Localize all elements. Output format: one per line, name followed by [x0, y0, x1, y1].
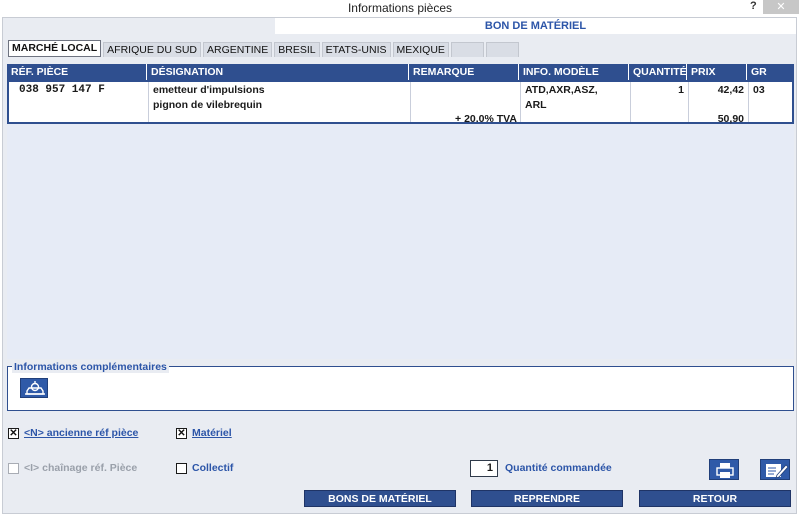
retour-button[interactable]: RETOUR [639, 490, 791, 507]
chainage-checkbox[interactable] [8, 462, 19, 474]
chainage-option[interactable]: <I> chaînage réf. Pièce [8, 462, 137, 474]
col-quantite[interactable]: QUANTITÉ [629, 64, 687, 80]
tab-bresil[interactable]: BRESIL [274, 42, 320, 57]
reprendre-button[interactable]: REPRENDRE [471, 490, 623, 507]
cell-quantite: 1 [631, 82, 689, 122]
ancienne-ref-option[interactable]: ✕ <N> ancienne réf pièce [8, 427, 138, 439]
cell-ref: 038 957 147 F [9, 82, 149, 122]
designation-line-1: emetteur d'impulsions [153, 84, 265, 96]
market-tabs: MARCHÉ LOCAL AFRIQUE DU SUD ARGENTINE BR… [8, 40, 521, 57]
quantity-input[interactable]: 1 [470, 460, 498, 477]
cell-remarque: + 20.0% TVA [411, 82, 521, 125]
remarque-value: + 20.0% TVA [455, 113, 517, 125]
col-remarque[interactable]: REMARQUE [409, 64, 519, 80]
bons-de-materiel-button[interactable]: BONS DE MATÉRIEL [304, 490, 456, 507]
table-header: RÉF. PIÈCE DÉSIGNATION REMARQUE INFO. MO… [7, 64, 794, 80]
parts-table: RÉF. PIÈCE DÉSIGNATION REMARQUE INFO. MO… [7, 64, 794, 359]
printer-icon [716, 463, 734, 478]
cell-prix: 42,42 50,90 [689, 82, 749, 125]
cell-designation: emetteur d'impulsions pignon de vilebreq… [149, 82, 411, 122]
ancienne-ref-checkbox[interactable]: ✕ [8, 427, 19, 439]
materiel-option[interactable]: ✕ Matériel [176, 427, 232, 439]
title-bar: Informations pièces ? ✕ [0, 0, 800, 17]
gr-value: 03 [753, 84, 765, 96]
tab-argentine[interactable]: ARGENTINE [203, 42, 273, 57]
help-button[interactable]: ? [750, 0, 757, 12]
prix-value: 42,42 [717, 84, 744, 96]
designation-line-2: pignon de vilebrequin [153, 99, 263, 111]
quantite-value: 1 [678, 84, 684, 96]
tab-marche-local[interactable]: MARCHÉ LOCAL [8, 40, 102, 57]
modele-line-1: ATD,AXR,ASZ, [525, 84, 598, 96]
tab-mexique[interactable]: MEXIQUE [392, 42, 449, 57]
tab-etats-unis[interactable]: ETATS-UNIS [321, 42, 391, 57]
collectif-option[interactable]: Collectif [176, 462, 233, 474]
quantity-label: Quantité commandée [505, 462, 612, 474]
materiel-label: Matériel [192, 427, 232, 439]
chainage-label: <I> chaînage réf. Pièce [24, 462, 138, 474]
prix-ttc-value: 50,90 [717, 113, 744, 125]
col-info-modele[interactable]: INFO. MODÈLE [519, 64, 629, 80]
tab-empty-1[interactable] [450, 42, 484, 57]
edit-document-icon [766, 464, 789, 479]
ref-value: 038 957 147 F [19, 84, 105, 96]
ancienne-ref-label: <N> ancienne réf pièce [24, 427, 139, 439]
print-button[interactable] [709, 459, 739, 480]
window-title: Informations pièces [347, 1, 453, 15]
materiel-checkbox[interactable]: ✕ [176, 427, 187, 439]
collectif-checkbox[interactable] [176, 462, 187, 474]
modele-line-2: ARL [525, 99, 547, 111]
close-button[interactable]: ✕ [763, 0, 799, 14]
cell-gr: 03 [749, 82, 792, 122]
cell-info-modele: ATD,AXR,ASZ, ARL [521, 82, 631, 122]
collectif-label: Collectif [192, 462, 234, 474]
edit-document-button[interactable] [760, 459, 790, 480]
table-row[interactable]: 038 957 147 F emetteur d'impulsions pign… [7, 80, 794, 125]
page-title: BON DE MATÉRIEL [275, 18, 796, 34]
engine-info-icon[interactable] [20, 378, 48, 398]
tab-afrique-du-sud[interactable]: AFRIQUE DU SUD [103, 42, 202, 57]
col-designation[interactable]: DÉSIGNATION [147, 64, 409, 80]
tab-empty-2[interactable] [485, 42, 519, 57]
col-prix[interactable]: PRIX [687, 64, 747, 80]
col-gr[interactable]: GR [747, 64, 794, 80]
info-complementaires-label: Informations complémentaires [12, 361, 169, 373]
col-ref[interactable]: RÉF. PIÈCE [7, 64, 147, 80]
